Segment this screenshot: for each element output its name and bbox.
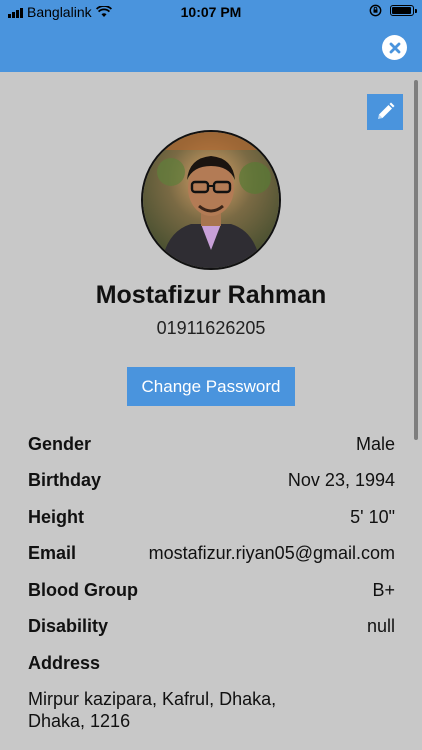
detail-label: Blood Group [28, 579, 138, 600]
close-icon [389, 42, 400, 53]
detail-label: Email [28, 542, 77, 563]
battery-icon [390, 5, 417, 16]
detail-row-address: Address [28, 651, 395, 675]
edit-profile-button[interactable] [367, 94, 403, 130]
profile-phone: 01911626205 [156, 318, 266, 338]
detail-label: Height [28, 506, 84, 527]
status-right [369, 4, 417, 17]
detail-row-blood-group: Blood Group B+ [28, 578, 395, 602]
detail-row-height: Height 5' 10" [28, 505, 395, 529]
address-line-2: Dhaka, 1216 [28, 711, 131, 731]
detail-value: Nov 23, 1994 [287, 469, 395, 490]
detail-value: 5' 10" [350, 506, 395, 527]
avatar [141, 130, 281, 270]
profile-photo [143, 132, 279, 268]
pencil-icon [378, 102, 395, 119]
detail-value: Male [355, 433, 395, 454]
profile-name: Mostafizur Rahman [95, 281, 327, 309]
detail-label: Address [28, 652, 101, 673]
change-password-button[interactable]: Change Password [127, 367, 295, 406]
address-value: Mirpur kazipara, Kafrul, Dhaka, Dhaka, 1… [28, 688, 328, 732]
close-button[interactable] [382, 35, 407, 60]
detail-value: null [366, 615, 395, 636]
detail-row-gender: Gender Male [28, 432, 395, 456]
detail-value: B+ [372, 579, 395, 600]
detail-label: Gender [28, 433, 92, 454]
scrollbar[interactable] [414, 80, 418, 440]
detail-row-email: Email mostafizur.riyan05@gmail.com [28, 541, 395, 565]
detail-row-birthday: Birthday Nov 23, 1994 [28, 468, 395, 492]
detail-row-disability: Disability null [28, 614, 395, 638]
address-line-1: Mirpur kazipara, Kafrul, Dhaka, [28, 689, 277, 709]
detail-label: Birthday [28, 469, 102, 490]
detail-label: Disability [28, 615, 109, 636]
status-bar: Banglalink 10:07 PM [0, 0, 422, 24]
status-time: 10:07 PM [180, 4, 242, 20]
rotation-lock-icon [369, 4, 382, 17]
detail-value: mostafizur.riyan05@gmail.com [148, 542, 395, 563]
